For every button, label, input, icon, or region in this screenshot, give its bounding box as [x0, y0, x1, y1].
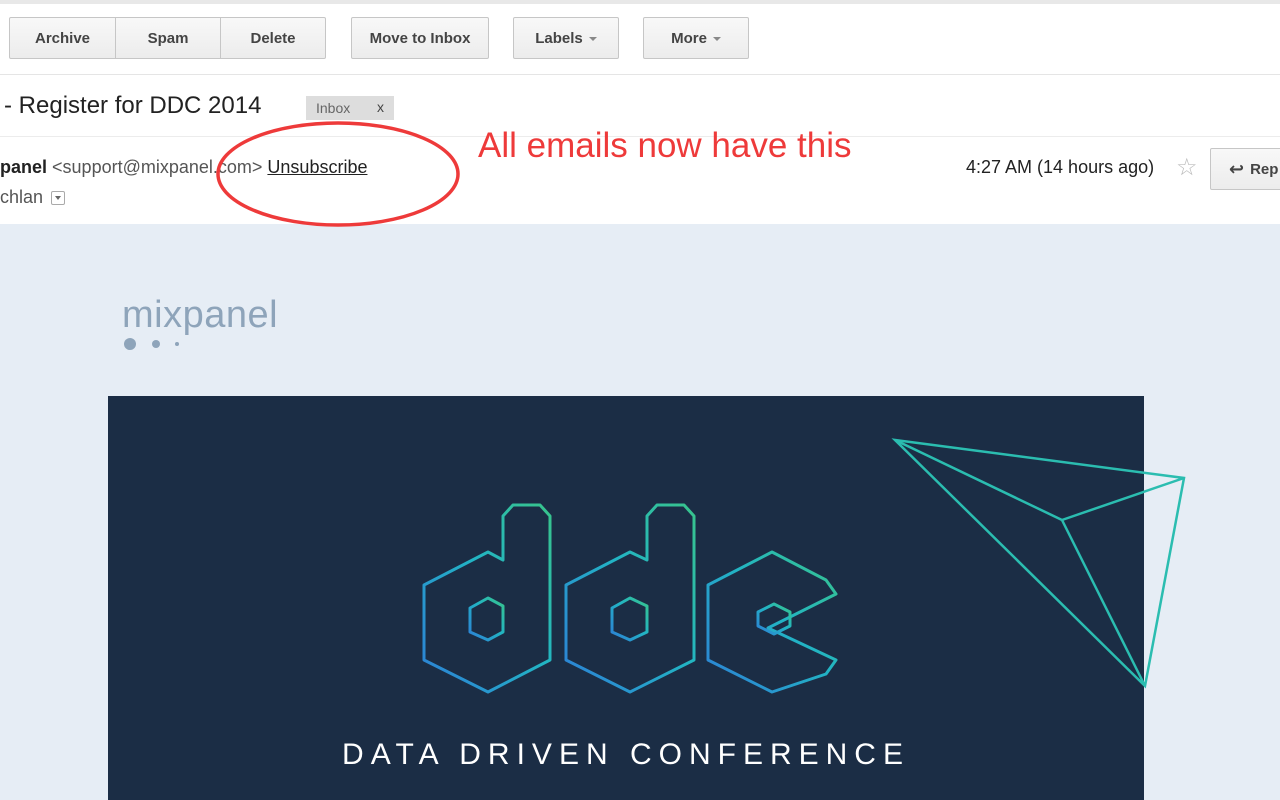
annotation-text: All emails now have this	[478, 126, 852, 165]
paper-plane-icon	[891, 438, 1186, 689]
ddc-mark-icon	[422, 503, 838, 694]
annotation-ellipse	[216, 121, 460, 227]
banner-artwork	[422, 438, 1186, 694]
conference-title: DATA DRIVEN CONFERENCE	[342, 738, 910, 771]
